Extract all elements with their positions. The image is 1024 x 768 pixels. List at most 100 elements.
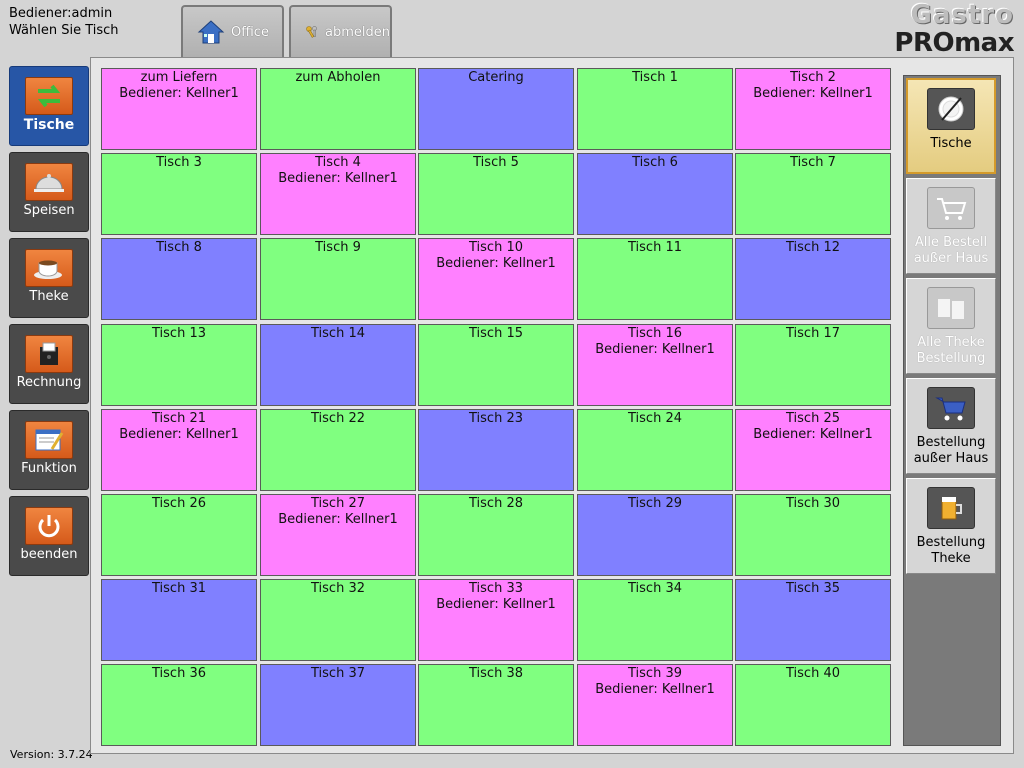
alle-bestell-label-2: außer Haus — [913, 251, 989, 266]
table-name: Tisch 30 — [786, 496, 840, 511]
table-name: Tisch 17 — [786, 326, 840, 341]
table-waiter: Bediener: Kellner1 — [278, 512, 398, 527]
table-name: Tisch 7 — [790, 155, 836, 170]
table-tile[interactable]: Tisch 30 — [735, 494, 891, 576]
table-tile[interactable]: Tisch 10 Bediener: Kellner1 — [418, 238, 574, 320]
table-tile[interactable]: Tisch 36 — [101, 664, 257, 746]
table-waiter: Bediener: Kellner1 — [753, 427, 873, 442]
table-name: Tisch 5 — [473, 155, 519, 170]
table-tile[interactable]: Tisch 1 — [577, 68, 733, 150]
table-tile[interactable]: Tisch 34 — [577, 579, 733, 661]
nav-speisen-button[interactable]: Speisen — [9, 152, 89, 232]
nav-funktion-label: Funktion — [21, 461, 77, 476]
alle-theke-bestellung-button[interactable]: Alle Theke Bestellung — [906, 278, 996, 374]
table-tile[interactable]: Tisch 38 — [418, 664, 574, 746]
table-tile[interactable]: Tisch 11 — [577, 238, 733, 320]
table-tile[interactable]: Tisch 24 — [577, 409, 733, 491]
table-tile[interactable]: Tisch 12 — [735, 238, 891, 320]
table-tile[interactable]: Tisch 22 — [260, 409, 416, 491]
nav-beenden-button[interactable]: beenden — [9, 496, 89, 576]
table-name: Tisch 21 — [152, 411, 206, 426]
beer-mugs-icon — [927, 287, 975, 329]
alle-theke-label-2: Bestellung — [916, 351, 986, 366]
table-name: Tisch 2 — [790, 70, 836, 85]
table-name: Tisch 33 — [469, 581, 523, 596]
power-icon — [25, 507, 73, 545]
table-waiter: Bediener: Kellner1 — [119, 86, 239, 101]
table-tile[interactable]: Tisch 15 — [418, 324, 574, 406]
beer-mug-icon — [927, 487, 975, 529]
bestellung-ausser-haus-button[interactable]: Bestellung außer Haus — [906, 378, 996, 474]
table-tile[interactable]: Tisch 37 — [260, 664, 416, 746]
table-name: Tisch 24 — [628, 411, 682, 426]
table-tile[interactable]: Tisch 17 — [735, 324, 891, 406]
nav-speisen-label: Speisen — [23, 203, 75, 218]
table-name: zum Liefern — [140, 70, 218, 85]
table-waiter: Bediener: Kellner1 — [595, 682, 715, 697]
table-tile[interactable]: Tisch 3 — [101, 153, 257, 235]
office-button[interactable]: Office — [181, 5, 284, 57]
nav-theke-button[interactable]: Theke — [9, 238, 89, 318]
table-tile[interactable]: Tisch 25 Bediener: Kellner1 — [735, 409, 891, 491]
table-waiter: Bediener: Kellner1 — [278, 171, 398, 186]
table-tile[interactable]: Tisch 21 Bediener: Kellner1 — [101, 409, 257, 491]
table-tile[interactable]: Tisch 5 — [418, 153, 574, 235]
nav-rechnung-label: Rechnung — [16, 375, 82, 390]
table-tile[interactable]: Tisch 9 — [260, 238, 416, 320]
table-tile[interactable]: Tisch 2 Bediener: Kellner1 — [735, 68, 891, 150]
alle-bestell-ausser-haus-button[interactable]: Alle Bestell außer Haus — [906, 178, 996, 274]
alle-bestell-label-1: Alle Bestell — [914, 235, 988, 250]
edit-form-icon — [25, 421, 73, 459]
coffee-cup-icon — [25, 249, 73, 287]
tische-view-label: Tische — [930, 136, 972, 151]
nav-funktion-button[interactable]: Funktion — [9, 410, 89, 490]
table-tile[interactable]: Tisch 8 — [101, 238, 257, 320]
table-tile[interactable]: Tisch 13 — [101, 324, 257, 406]
table-tile[interactable]: zum Liefern Bediener: Kellner1 — [101, 68, 257, 150]
nav-tische-button[interactable]: Tische — [9, 66, 89, 146]
table-tile[interactable]: Tisch 6 — [577, 153, 733, 235]
table-waiter: Bediener: Kellner1 — [595, 342, 715, 357]
logo-promax: PROmax — [894, 28, 1014, 58]
table-name: Tisch 28 — [469, 496, 523, 511]
version-label: Version: 3.7.24 — [10, 748, 93, 761]
table-tile[interactable]: Tisch 27 Bediener: Kellner1 — [260, 494, 416, 576]
bestellung-theke-button[interactable]: Bestellung Theke — [906, 478, 996, 574]
logo-gastro: Gastro — [910, 0, 1014, 30]
table-tile[interactable]: Tisch 35 — [735, 579, 891, 661]
nav-rechnung-button[interactable]: Rechnung — [9, 324, 89, 404]
table-tile[interactable]: Tisch 40 — [735, 664, 891, 746]
table-tile[interactable]: zum Abholen — [260, 68, 416, 150]
bestellung-ausser-haus-label-1: Bestellung — [916, 435, 986, 450]
keys-icon — [306, 26, 317, 38]
table-tile[interactable]: Tisch 26 — [101, 494, 257, 576]
table-tile[interactable]: Tisch 23 — [418, 409, 574, 491]
office-button-label: Office — [231, 24, 269, 40]
table-tile[interactable]: Tisch 29 — [577, 494, 733, 576]
table-tile[interactable]: Tisch 31 — [101, 579, 257, 661]
table-name: Tisch 27 — [311, 496, 365, 511]
table-tile[interactable]: Catering — [418, 68, 574, 150]
table-name: Tisch 16 — [628, 326, 682, 341]
table-tile[interactable]: Tisch 16 Bediener: Kellner1 — [577, 324, 733, 406]
table-name: Tisch 6 — [632, 155, 678, 170]
table-name: Tisch 12 — [786, 240, 840, 255]
table-tile[interactable]: Tisch 33 Bediener: Kellner1 — [418, 579, 574, 661]
table-tile[interactable]: Tisch 14 — [260, 324, 416, 406]
table-tile[interactable]: Tisch 39 Bediener: Kellner1 — [577, 664, 733, 746]
table-name: Tisch 4 — [315, 155, 361, 170]
logout-button-label: abmelden — [325, 24, 390, 40]
table-name: Tisch 34 — [628, 581, 682, 596]
logout-button[interactable]: abmelden — [289, 5, 392, 57]
table-name: Tisch 11 — [628, 240, 682, 255]
receipt-printer-icon — [25, 335, 73, 373]
nav-tische-label: Tische — [23, 117, 75, 133]
tische-view-button[interactable]: Tische — [906, 78, 996, 174]
table-name: Tisch 3 — [156, 155, 202, 170]
table-tile[interactable]: Tisch 7 — [735, 153, 891, 235]
blue-cart-icon — [927, 387, 975, 429]
swap-arrows-icon — [25, 77, 73, 115]
table-tile[interactable]: Tisch 28 — [418, 494, 574, 576]
table-tile[interactable]: Tisch 4 Bediener: Kellner1 — [260, 153, 416, 235]
table-tile[interactable]: Tisch 32 — [260, 579, 416, 661]
